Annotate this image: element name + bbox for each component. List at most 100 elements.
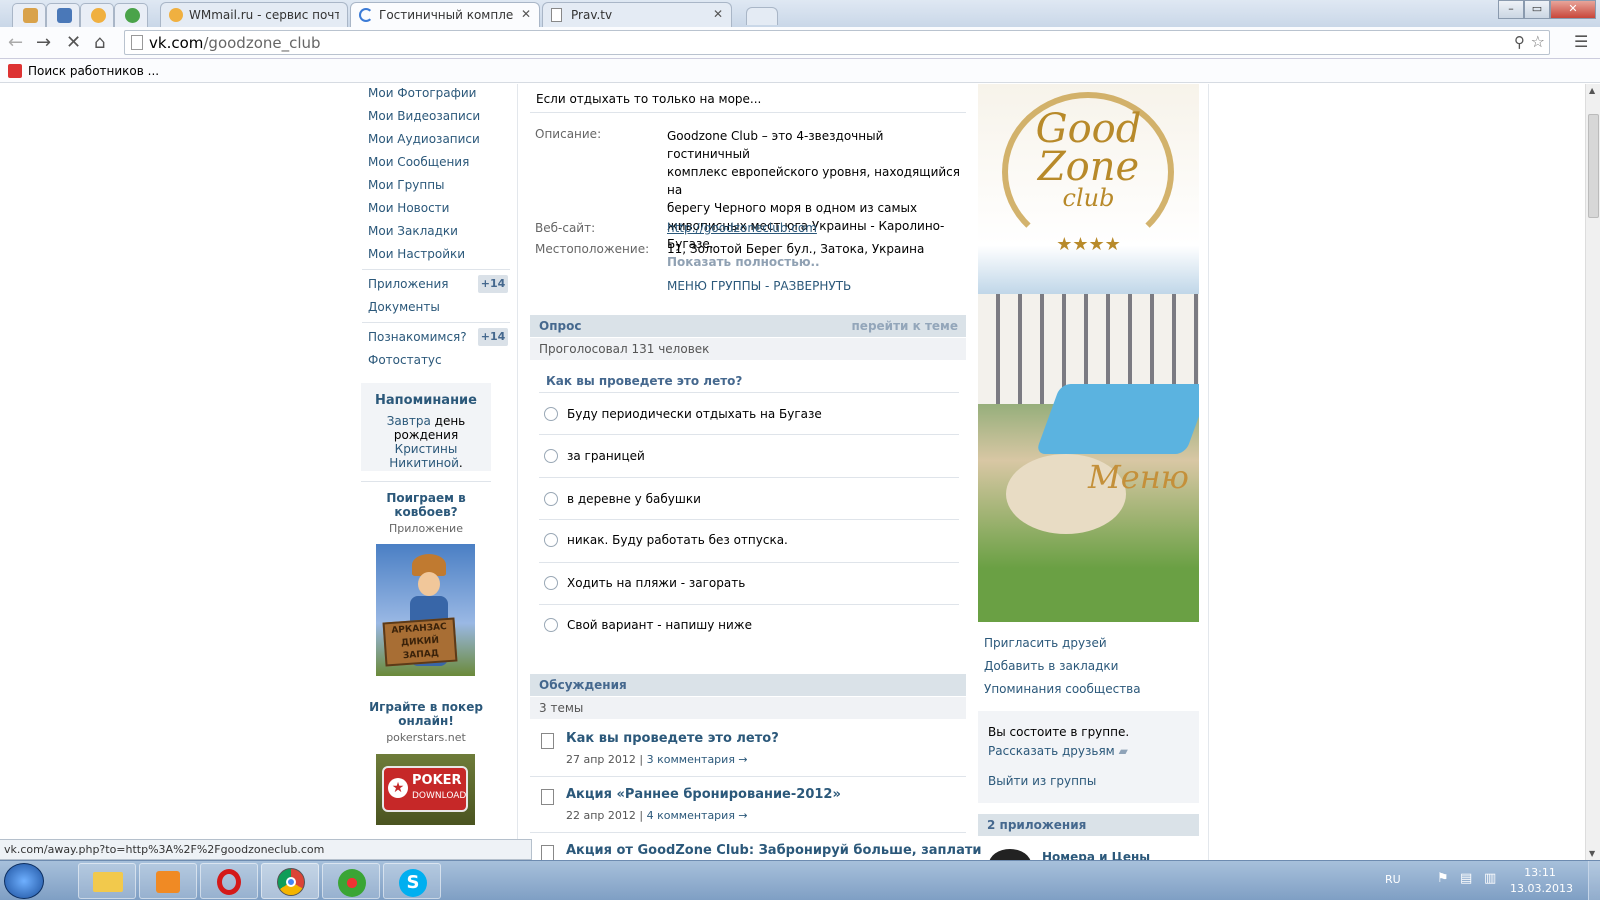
home-icon[interactable]: ⌂	[94, 32, 105, 53]
back-icon[interactable]: ←	[8, 32, 23, 53]
discussions-header[interactable]: Обсуждения	[530, 674, 966, 696]
tab-goodzone[interactable]: Гостиничный комплекс G ✕	[350, 2, 540, 27]
app-icon[interactable]	[989, 849, 1031, 860]
menu-item-documents[interactable]: Документы	[368, 300, 440, 314]
poll-option[interactable]: за границей	[567, 449, 645, 463]
menu-item-photostatus[interactable]: Фотостатус	[368, 353, 442, 367]
media-player-button[interactable]	[139, 863, 197, 899]
pinned-tab[interactable]	[46, 3, 80, 27]
goto-topic-link[interactable]: перейти к теме	[852, 319, 958, 333]
show-desktop-button[interactable]	[1588, 861, 1600, 900]
menu-item-settings[interactable]: Мои Настройки	[368, 247, 465, 261]
chrome-button[interactable]	[261, 863, 319, 899]
menu-item-bookmarks[interactable]: Мои Закладки	[368, 224, 458, 238]
minimize-button[interactable]: –	[1498, 0, 1524, 19]
website-link[interactable]: http://goodzoneclub.com	[667, 221, 817, 235]
meet-badge[interactable]: +14	[478, 328, 508, 346]
poll-radio[interactable]	[544, 618, 558, 632]
stop-icon[interactable]: ✕	[66, 32, 81, 53]
discussions-title[interactable]: Обсуждения	[539, 678, 627, 692]
comments-link[interactable]: 3 комментария →	[647, 753, 748, 766]
zoom-icon[interactable]: ⚲	[1514, 33, 1525, 51]
poll-radio[interactable]	[544, 533, 558, 547]
pinned-tab[interactable]	[80, 3, 114, 27]
menu-item-photos[interactable]: Мои Фотографии	[368, 86, 476, 100]
scroll-down-icon[interactable]: ▼	[1589, 849, 1595, 858]
leave-group-link[interactable]: Выйти из группы	[988, 774, 1096, 788]
address-bar[interactable]: vk.com/goodzone_club ⚲ ☆	[124, 30, 1550, 55]
start-button[interactable]	[4, 863, 44, 899]
ad-title[interactable]: Играйте в покер онлайн!	[361, 700, 491, 728]
wmmail-icon	[169, 8, 183, 22]
skype-button[interactable]: S	[383, 863, 441, 899]
tell-friends-link[interactable]: Рассказать друзьям ▰	[988, 744, 1128, 758]
menu-item-meet[interactable]: Познакомимся?	[368, 330, 467, 344]
close-window-button[interactable]: ✕	[1550, 0, 1596, 19]
pinned-tab[interactable]	[12, 3, 46, 27]
close-tab-icon[interactable]: ✕	[713, 7, 723, 21]
ad-cowboys-image[interactable]: АРКАНЗАС ДИКИЙ ЗАПАД	[376, 544, 475, 676]
poll-radio[interactable]	[544, 407, 558, 421]
media-icon	[156, 871, 180, 893]
group-menu-link[interactable]: МЕНЮ ГРУППЫ - РАЗВЕРНУТЬ	[667, 279, 851, 293]
menu-item-groups[interactable]: Мои Группы	[368, 178, 445, 192]
scrollbar-thumb[interactable]	[1588, 114, 1599, 218]
ad-poker[interactable]: Играйте в покер онлайн! pokerstars.net	[361, 700, 491, 744]
tab-pravtv[interactable]: Prav.tv ✕	[542, 2, 732, 27]
explorer-button[interactable]	[78, 863, 136, 899]
language-indicator[interactable]: RU	[1385, 873, 1401, 886]
close-tab-icon[interactable]: ✕	[521, 7, 531, 21]
page-scrollbar[interactable]: ▲ ▼	[1585, 84, 1600, 860]
menu-item-apps[interactable]: Приложения	[368, 277, 449, 291]
forward-icon[interactable]: →	[36, 32, 51, 53]
menu-item-audio[interactable]: Мои Аудиозаписи	[368, 132, 480, 146]
tomorrow-link[interactable]: Завтра	[387, 414, 431, 428]
opera-button[interactable]	[200, 863, 258, 899]
poll-radio[interactable]	[544, 449, 558, 463]
bookmark-item[interactable]: Поиск работников ...	[28, 64, 159, 78]
menu-item-news[interactable]: Мои Новости	[368, 201, 449, 215]
apps-badge[interactable]: +14	[478, 275, 508, 293]
poll-option[interactable]: Свой вариант - напишу ниже	[567, 618, 752, 632]
ad-title[interactable]: Поиграем в ковбоев?	[361, 491, 491, 519]
person-link[interactable]: Никитиной	[389, 456, 459, 470]
tab-wmmail[interactable]: WMmail.ru - сервис почт	[160, 2, 348, 27]
topic-title[interactable]: Акция «Раннее бронирование-2012»	[566, 787, 841, 802]
ad-cowboys[interactable]: Поиграем в ковбоев? Приложение	[361, 491, 491, 535]
network-icon[interactable]: ▥	[1484, 871, 1496, 886]
apps-header[interactable]: 2 приложения	[978, 814, 1199, 836]
maximize-button[interactable]: ▭	[1524, 0, 1550, 19]
group-avatar-image[interactable]: Good Zone club ★★★★ Меню	[978, 84, 1199, 622]
invite-friends-link[interactable]: Пригласить друзей	[984, 636, 1107, 650]
poker-logo-subtext: DOWNLOAD	[412, 791, 467, 801]
menu-item-messages[interactable]: Мои Сообщения	[368, 155, 469, 169]
poll-option[interactable]: в деревне у бабушки	[567, 492, 701, 506]
ad-poker-image[interactable]: ★ POKER DOWNLOAD	[376, 754, 475, 825]
poll-radio[interactable]	[544, 576, 558, 590]
poll-option[interactable]: Ходить на пляжи - загорать	[567, 576, 745, 590]
poll-option[interactable]: никак. Буду работать без отпуска.	[567, 533, 788, 547]
icq-button[interactable]	[322, 863, 380, 899]
mentions-link[interactable]: Упоминания сообщества	[984, 682, 1141, 696]
new-tab-button[interactable]	[746, 7, 778, 25]
location-value: 11, Золотой Берег бул., Затока, Украина	[667, 242, 925, 256]
add-bookmark-link[interactable]: Добавить в закладки	[984, 659, 1118, 673]
clock[interactable]: 13:11 13.03.2013	[1510, 865, 1573, 897]
bookmark-star-icon[interactable]: ☆	[1531, 32, 1545, 51]
poll-option[interactable]: Буду периодически отдыхать на Бугазе	[567, 407, 822, 421]
person-link[interactable]: Кристины	[395, 442, 458, 456]
page-icon	[551, 8, 562, 22]
app-link[interactable]: Номера и Цены	[1042, 850, 1150, 860]
menu-icon[interactable]: ☰	[1574, 32, 1588, 51]
url-text: vk.com/goodzone_club	[149, 34, 321, 52]
scroll-up-icon[interactable]: ▲	[1589, 86, 1595, 95]
menu-item-videos[interactable]: Мои Видеозаписи	[368, 109, 480, 123]
comments-link[interactable]: 4 комментария →	[647, 809, 748, 822]
topic-title[interactable]: Акция от GoodZone Club: Забронируй больш…	[566, 843, 981, 858]
poll-radio[interactable]	[544, 492, 558, 506]
pinned-tab[interactable]	[114, 3, 148, 27]
device-icon[interactable]: ▤	[1460, 871, 1472, 886]
flag-icon[interactable]: ⚑	[1437, 871, 1449, 886]
hotel-stars: ★★★★	[1056, 234, 1121, 255]
topic-title[interactable]: Как вы проведете это лето?	[566, 731, 779, 746]
